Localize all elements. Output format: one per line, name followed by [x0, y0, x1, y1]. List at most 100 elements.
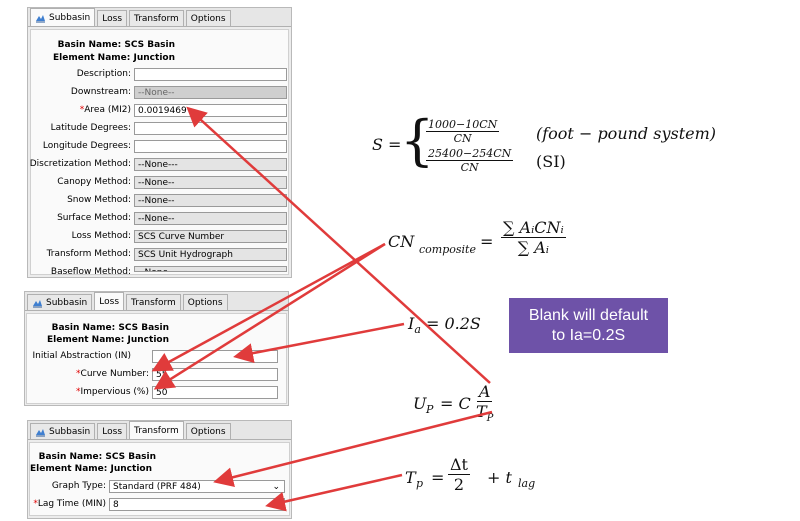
up-denominator-symbol: T [476, 402, 487, 421]
longitude-label: Longitude Degrees: [42, 141, 131, 151]
surface-row: Surface Method: [31, 212, 131, 226]
tab-subbasin[interactable]: Subbasin [30, 423, 96, 439]
tab-transform[interactable]: Transform [126, 294, 181, 310]
tp-plus-term: + t [487, 468, 512, 487]
basin-name-label: Basin Name: [57, 40, 122, 50]
cn-equals: = [480, 232, 494, 251]
cn-numerator: ∑ AᵢCNᵢ [501, 218, 566, 238]
s-case1-denominator: CN [453, 132, 472, 145]
element-name-label: Element Name: [30, 464, 108, 474]
tab-label: Transform [134, 425, 179, 436]
element-name-value: Junction [110, 464, 152, 474]
tab-loss[interactable]: Loss [97, 423, 128, 439]
tab-strip: Subbasin Loss Transform Options [28, 8, 291, 27]
tab-loss[interactable]: Loss [94, 292, 125, 310]
s-case1-note: (foot − pound system) [536, 124, 717, 143]
subbasin-icon [33, 299, 42, 307]
impervious-label-text: Impervious (%) [80, 387, 149, 397]
loss-form: Basin Name: SCS Basin Element Name: Junc… [26, 313, 287, 404]
area-label-text: Area (MI2) [84, 105, 131, 115]
tab-options[interactable]: Options [185, 423, 231, 439]
default-ia-callout: Blank will default to Ia=0.2S [509, 298, 668, 353]
element-name-row: Element Name: Junction [30, 464, 152, 474]
graph-type-row: Graph Type: [30, 480, 106, 494]
basin-name-value: SCS Basin [118, 323, 169, 333]
canopy-method-field[interactable]: --None-- [134, 176, 287, 189]
tab-label: Options [190, 426, 226, 437]
baseflow-row: Baseflow Method: [31, 266, 131, 280]
subbasin-icon [36, 428, 45, 436]
tab-label: Transform [134, 13, 179, 24]
baseflow-method-field[interactable]: --None-- [134, 266, 287, 272]
discretization-method-field[interactable]: --None--- [134, 158, 287, 171]
downstream-select[interactable]: --None-- [134, 86, 287, 99]
lag-time-label-text: Lag Time (MIN) [37, 499, 106, 509]
element-name-row: Element Name: Junction [31, 53, 175, 63]
area-field[interactable]: 0.0019469 [134, 104, 287, 117]
curve-number-label: *Curve Number: [76, 369, 149, 379]
description-field[interactable] [134, 68, 287, 81]
snow-method-field[interactable]: --None-- [134, 194, 287, 207]
downstream-row: Downstream: [31, 86, 131, 100]
loss-method-field[interactable]: SCS Curve Number [134, 230, 287, 243]
cn-denominator: ∑ Aᵢ [517, 238, 550, 257]
tp-fraction: Δt 2 [448, 455, 470, 494]
graph-type-label: Graph Type: [51, 481, 106, 491]
transform-row: Transform Method: [31, 248, 131, 262]
graph-type-value: Standard (PRF 484) [113, 482, 201, 492]
cn-fraction: ∑ AᵢCNᵢ ∑ Aᵢ [501, 218, 566, 257]
tab-subbasin[interactable]: Subbasin [30, 8, 96, 26]
graph-type-dropdown[interactable]: Standard (PRF 484) ⌄ [109, 480, 285, 493]
tab-options[interactable]: Options [182, 294, 228, 310]
tab-label: Transform [131, 297, 176, 308]
ia-subscript: a [414, 323, 421, 337]
basin-name-row: Basin Name: SCS Basin [31, 40, 175, 50]
tab-label: Subbasin [46, 297, 88, 308]
tab-options[interactable]: Options [185, 10, 231, 26]
tp-denominator: 2 [453, 475, 465, 494]
cn-subscript: composite [419, 243, 476, 256]
discretization-label: Discretization Method: [29, 159, 131, 169]
tab-transform[interactable]: Transform [129, 421, 184, 439]
up-numerator: A [476, 382, 493, 402]
s-case1-fraction: 1000−10CN CN [426, 118, 500, 145]
tab-subbasin[interactable]: Subbasin [27, 294, 93, 310]
up-lhs: U [413, 394, 427, 413]
s-case2-numerator: 25400−254CN [426, 147, 514, 161]
element-name-value: Junction [133, 53, 175, 63]
latitude-field[interactable] [134, 122, 287, 135]
cn-lhs: CN [388, 232, 415, 251]
tab-label: Loss [102, 13, 123, 24]
lag-time-field[interactable]: 8 [109, 498, 285, 511]
latitude-label: Latitude Degrees: [50, 123, 131, 133]
up-fraction: A TP [476, 382, 493, 424]
longitude-field[interactable] [134, 140, 287, 153]
callout-line2: to Ia=0.2S [551, 326, 626, 344]
initial-abstraction-field[interactable] [152, 350, 278, 363]
tab-transform[interactable]: Transform [129, 10, 184, 26]
surface-method-field[interactable]: --None-- [134, 212, 287, 225]
area-row: *Area (MI2) [31, 104, 131, 118]
basin-name-label: Basin Name: [51, 323, 116, 333]
tp-lhs: T [405, 468, 416, 487]
tp-subscript: p [416, 477, 424, 490]
element-name-value: Junction [127, 335, 169, 345]
surface-label: Surface Method: [57, 213, 131, 223]
loss-row: Loss Method: [31, 230, 131, 244]
impervious-field[interactable]: 50 [152, 386, 278, 399]
basin-name-value: SCS Basin [124, 40, 175, 50]
tab-label: Loss [99, 296, 120, 307]
impervious-row: *Impervious (%) [27, 386, 149, 400]
tab-loss[interactable]: Loss [97, 10, 128, 26]
tp-numerator: Δt [448, 455, 470, 475]
tp-plus-subscript: lag [518, 477, 536, 490]
tab-label: Options [187, 297, 223, 308]
transform-method-field[interactable]: SCS Unit Hydrograph [134, 248, 287, 261]
curve-number-row: *Curve Number: [27, 368, 149, 382]
curve-number-field[interactable]: 55 [152, 368, 278, 381]
snow-row: Snow Method: [31, 194, 131, 208]
tab-label: Subbasin [49, 12, 91, 23]
callout-line1: Blank will default [528, 306, 649, 324]
baseflow-label: Baseflow Method: [50, 267, 131, 277]
subbasin-form: Basin Name: SCS Basin Element Name: Junc… [29, 29, 289, 277]
